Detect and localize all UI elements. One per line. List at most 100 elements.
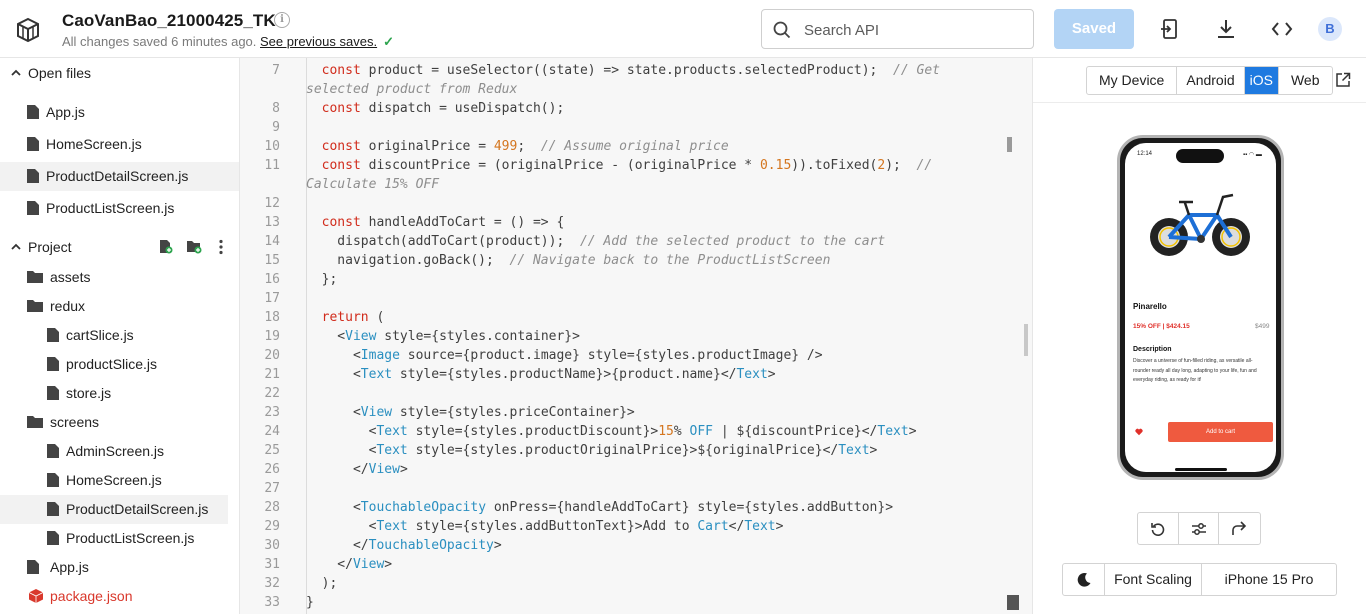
code-line[interactable]: 12 [240, 194, 1020, 213]
code-line[interactable]: 27 [240, 479, 1020, 498]
code-line[interactable]: 33} [240, 593, 1020, 612]
file-item[interactable]: cartSlice.js [0, 321, 239, 350]
share-button[interactable] [1219, 513, 1260, 544]
saved-button[interactable]: Saved [1054, 9, 1134, 49]
code-text[interactable]: return ( [306, 308, 385, 327]
embed-code-icon[interactable] [1271, 18, 1293, 40]
reload-button[interactable] [1138, 513, 1179, 544]
file-item[interactable]: App.js [0, 553, 239, 582]
file-item[interactable]: AdminScreen.js [0, 437, 239, 466]
project-header[interactable]: Project [0, 232, 239, 262]
more-options-icon[interactable] [218, 239, 224, 255]
code-line[interactable]: 17 [240, 289, 1020, 308]
code-text[interactable]: <View style={styles.container}> [306, 327, 580, 346]
code-line[interactable]: 11 const discountPrice = (originalPrice … [240, 156, 1020, 175]
code-line[interactable]: 22 [240, 384, 1020, 403]
code-line[interactable]: Calculate 15% OFF [240, 175, 1020, 194]
see-previous-saves-link[interactable]: See previous saves. [260, 34, 377, 49]
code-line[interactable]: 20 <Image source={product.image} style={… [240, 346, 1020, 365]
tab-my-device[interactable]: My Device [1087, 67, 1178, 94]
file-item-package[interactable]: package.json [0, 582, 239, 611]
download-icon[interactable] [1215, 18, 1237, 40]
tab-web[interactable]: Web [1279, 67, 1332, 94]
code-text[interactable]: <Image source={product.image} style={sty… [306, 346, 823, 365]
open-file-item-selected[interactable]: ProductDetailScreen.js [0, 162, 239, 191]
code-line[interactable]: 23 <View style={styles.priceContainer}> [240, 403, 1020, 422]
snack-logo-icon[interactable] [14, 16, 42, 44]
new-folder-icon[interactable] [186, 239, 202, 254]
heart-icon[interactable] [1135, 428, 1143, 436]
code-text[interactable]: selected product from Redux [306, 80, 517, 99]
code-line[interactable]: 9 [240, 118, 1020, 137]
settings-button[interactable] [1179, 513, 1220, 544]
folder-item-screens[interactable]: screens [0, 408, 239, 437]
new-file-icon[interactable] [159, 239, 173, 254]
code-text[interactable]: </TouchableOpacity> [306, 536, 502, 555]
file-item[interactable]: store.js [0, 379, 239, 408]
user-avatar[interactable]: B [1318, 17, 1342, 41]
code-text[interactable]: </View> [306, 555, 392, 574]
open-file-item[interactable]: App.js [0, 98, 239, 127]
code-line[interactable]: 13 const handleAddToCart = () => { [240, 213, 1020, 232]
open-file-item[interactable]: ProductListScreen.js [0, 194, 239, 223]
code-text[interactable]: const product = useSelector((state) => s… [306, 61, 940, 80]
code-line[interactable]: 10 const originalPrice = 499; // Assume … [240, 137, 1020, 156]
code-text[interactable]: <Text style={styles.productName}>{produc… [306, 365, 776, 384]
file-item[interactable]: HomeScreen.js [0, 466, 239, 495]
code-line[interactable]: 25 <Text style={styles.productOriginalPr… [240, 441, 1020, 460]
code-line[interactable]: 21 <Text style={styles.productName}>{pro… [240, 365, 1020, 384]
file-item[interactable]: productSlice.js [0, 350, 239, 379]
file-item[interactable]: ProductListScreen.js [0, 524, 239, 553]
code-text[interactable]: <Text style={styles.productOriginalPrice… [306, 441, 878, 460]
tab-android[interactable]: Android [1177, 67, 1245, 94]
code-text[interactable]: const originalPrice = 499; // Assume ori… [306, 137, 729, 156]
code-text[interactable]: </View> [306, 460, 408, 479]
code-line[interactable]: 26 </View> [240, 460, 1020, 479]
code-text[interactable]: <Text style={styles.productDiscount}>15%… [306, 422, 917, 441]
code-line[interactable]: 15 navigation.goBack(); // Navigate back… [240, 251, 1020, 270]
open-files-header[interactable]: Open files [0, 58, 239, 88]
info-icon[interactable]: i [274, 12, 290, 28]
code-text[interactable]: const dispatch = useDispatch(); [306, 99, 565, 118]
code-text[interactable]: <View style={styles.priceContainer}> [306, 403, 635, 422]
open-file-item[interactable]: HomeScreen.js [0, 130, 239, 159]
folder-item-assets[interactable]: assets [0, 263, 239, 292]
phone-screen[interactable]: 12:14 ▪▪ ◠ ▬ Pinarello 15% OFF | $424.15… [1125, 143, 1276, 472]
code-text[interactable]: } [306, 593, 314, 612]
search-input[interactable] [804, 19, 1024, 41]
add-to-cart-button[interactable]: Add to cart [1168, 422, 1273, 442]
code-line[interactable]: selected product from Redux [240, 80, 1020, 99]
code-line[interactable]: 31 </View> [240, 555, 1020, 574]
editor-scrollbar[interactable] [1024, 324, 1028, 356]
dark-mode-toggle[interactable] [1063, 564, 1105, 595]
code-text[interactable]: <TouchableOpacity onPress={handleAddToCa… [306, 498, 893, 517]
code-line[interactable]: 29 <Text style={styles.addButtonText}>Ad… [240, 517, 1020, 536]
font-scaling-button[interactable]: Font Scaling [1105, 564, 1202, 595]
code-text[interactable]: Calculate 15% OFF [306, 175, 439, 194]
project-title[interactable]: CaoVanBao_21000425_TK [62, 11, 276, 31]
code-line[interactable]: 30 </TouchableOpacity> [240, 536, 1020, 555]
device-select[interactable]: iPhone 15 Pro [1202, 564, 1336, 595]
code-line[interactable]: 24 <Text style={styles.productDiscount}>… [240, 422, 1020, 441]
code-line[interactable]: 16 }; [240, 270, 1020, 289]
code-text[interactable]: const discountPrice = (originalPrice - (… [306, 156, 933, 175]
code-line[interactable]: 7 const product = useSelector((state) =>… [240, 61, 1020, 80]
code-line[interactable]: 18 return ( [240, 308, 1020, 327]
code-text[interactable]: navigation.goBack(); // Navigate back to… [306, 251, 830, 270]
device-connect-icon[interactable] [1159, 18, 1181, 40]
code-text[interactable]: }; [306, 270, 338, 289]
code-editor[interactable]: 7 const product = useSelector((state) =>… [240, 58, 1032, 614]
code-text[interactable]: const handleAddToCart = () => { [306, 213, 565, 232]
code-line[interactable]: 14 dispatch(addToCart(product)); // Add … [240, 232, 1020, 251]
code-line[interactable]: 19 <View style={styles.container}> [240, 327, 1020, 346]
folder-item-redux[interactable]: redux [0, 292, 239, 321]
tab-ios[interactable]: iOS [1244, 67, 1279, 94]
code-line[interactable]: 28 <TouchableOpacity onPress={handleAddT… [240, 498, 1020, 517]
search-box[interactable] [761, 9, 1034, 49]
code-text[interactable]: dispatch(addToCart(product)); // Add the… [306, 232, 885, 251]
code-text[interactable]: ); [306, 574, 338, 593]
file-item-selected[interactable]: ProductDetailScreen.js [0, 495, 228, 524]
open-external-icon[interactable] [1335, 72, 1351, 88]
code-text[interactable]: <Text style={styles.addButtonText}>Add t… [306, 517, 784, 536]
code-line[interactable]: 32 ); [240, 574, 1020, 593]
